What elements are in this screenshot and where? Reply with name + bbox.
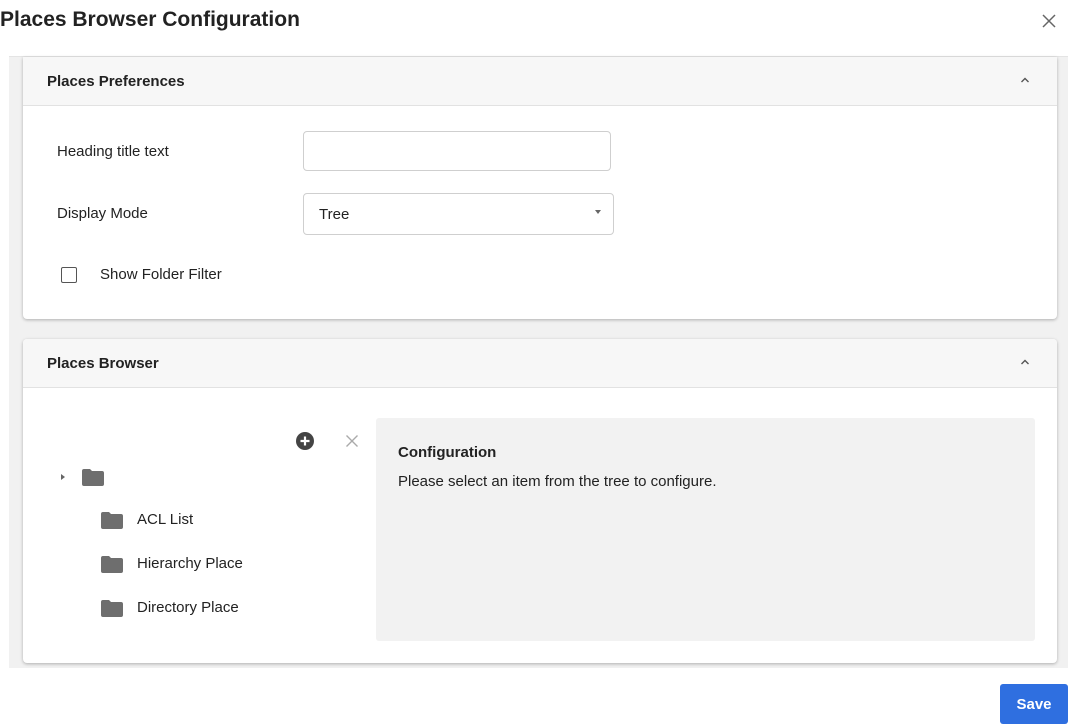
- folder-icon: [101, 512, 123, 529]
- browser-collapse-button[interactable]: [1017, 354, 1033, 370]
- show-folder-filter-checkbox[interactable]: [61, 267, 77, 283]
- heading-title-label: Heading title text: [57, 143, 169, 160]
- caret-down-icon: [595, 210, 601, 214]
- close-icon: [1042, 14, 1056, 28]
- preferences-collapse-button[interactable]: [1017, 72, 1033, 88]
- tree-item-label: ACL List: [137, 511, 194, 528]
- expand-caret-icon[interactable]: [61, 474, 65, 480]
- config-dialog: Places Browser Configuration Places Pref…: [0, 0, 1068, 725]
- browser-panel-header[interactable]: Places Browser: [23, 339, 1057, 388]
- chevron-up-icon: [1021, 77, 1029, 83]
- chevron-up-icon: [1021, 359, 1029, 365]
- add-item-button[interactable]: [295, 431, 315, 451]
- show-folder-filter-label: Show Folder Filter: [100, 266, 222, 283]
- close-button[interactable]: [1038, 10, 1060, 32]
- preferences-panel-header[interactable]: Places Preferences: [23, 57, 1057, 106]
- folder-icon: [101, 556, 123, 573]
- dialog-header: Places Browser Configuration: [0, 0, 1068, 56]
- places-browser-panel: Places Browser ACL List Hierarchy Place …: [23, 339, 1057, 663]
- configuration-title: Configuration: [398, 444, 497, 461]
- display-mode-label: Display Mode: [57, 205, 148, 222]
- display-mode-select[interactable]: Tree: [303, 193, 614, 235]
- dialog-footer: Save: [0, 668, 1068, 725]
- dialog-title: Places Browser Configuration: [0, 8, 300, 31]
- close-icon: [346, 435, 358, 447]
- heading-title-input[interactable]: [303, 131, 611, 171]
- save-button[interactable]: Save: [1000, 684, 1068, 724]
- folder-icon: [82, 469, 104, 486]
- preferences-panel-title: Places Preferences: [47, 73, 185, 90]
- tree-item-label: Hierarchy Place: [137, 555, 243, 572]
- places-tree: ACL List Hierarchy Place Directory Place: [23, 387, 373, 663]
- folder-icon: [101, 600, 123, 617]
- configuration-pane: Configuration Please select an item from…: [376, 418, 1035, 641]
- tree-item-label: Directory Place: [137, 599, 239, 616]
- remove-item-button[interactable]: [345, 434, 359, 448]
- display-mode-value: Tree: [319, 206, 350, 223]
- dialog-body[interactable]: Places Preferences Heading title text Di…: [9, 56, 1068, 670]
- browser-panel-title: Places Browser: [47, 355, 159, 372]
- places-preferences-panel: Places Preferences Heading title text Di…: [23, 57, 1057, 319]
- plus-circle-icon: [296, 432, 314, 450]
- configuration-message: Please select an item from the tree to c…: [398, 473, 717, 490]
